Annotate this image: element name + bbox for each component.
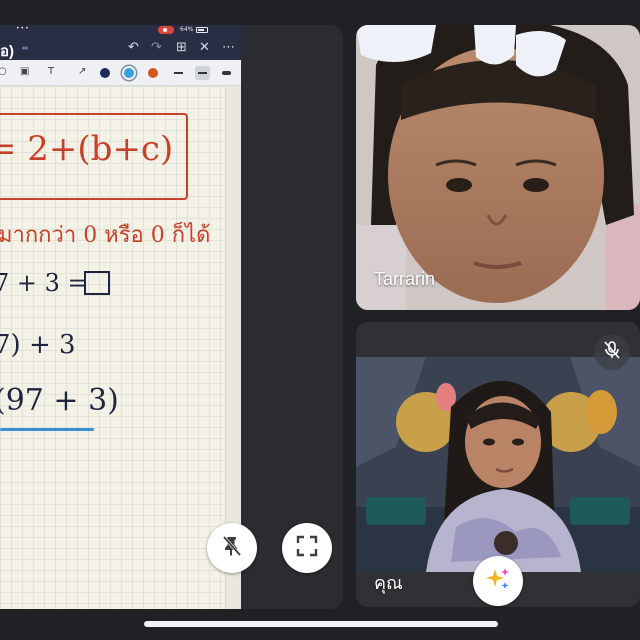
stroke-thick	[222, 71, 231, 75]
unpin-button[interactable]	[207, 523, 257, 573]
text-tool-icon: T	[48, 66, 55, 77]
home-indicator[interactable]	[144, 621, 498, 627]
shared-screen-tile[interactable]: ••• 64% อ) ✏ ↶ ↷ ⊞ ✕ ⋯ ○ ▣ T ↗ = 2+(b+c)…	[0, 25, 343, 609]
participant-name: Tarrarin	[374, 269, 436, 289]
more-icon: ⋯	[222, 40, 235, 55]
sparkle-icon	[484, 565, 512, 598]
thai-note-text: มากกว่า 0 หรือ 0 ก็ได้	[0, 223, 211, 248]
close-icon: ✕	[199, 40, 210, 55]
redo-icon: ↷	[151, 40, 162, 55]
ipad-battery-percent: 64%	[180, 26, 194, 33]
screen-record-indicator	[158, 26, 174, 34]
shared-ipad-screen: ••• 64% อ) ✏ ↶ ↷ ⊞ ✕ ⋯ ○ ▣ T ↗ = 2+(b+c)…	[0, 25, 241, 609]
participant-name-self: คุณ	[374, 573, 403, 593]
ink-color-blue	[124, 68, 134, 78]
participant-tile-tarrarin[interactable]: Tarrarin	[356, 25, 640, 310]
image-icon: ▣	[20, 66, 30, 77]
undo-icon: ↶	[128, 40, 139, 55]
participant-video-tarrarin	[356, 25, 640, 310]
battery-icon	[196, 26, 209, 33]
blue-underline-stroke	[0, 428, 94, 431]
handwritten-note-page: = 2+(b+c) มากกว่า 0 หรือ 0 ก็ได้ 7 + 3 =…	[0, 86, 225, 609]
equation-line-1: 7 + 3 =	[0, 269, 88, 297]
fullscreen-icon	[296, 535, 318, 562]
pen-icon: ✏	[22, 44, 29, 53]
equation-line-3: (97 + 3)	[0, 383, 119, 418]
pin-off-icon	[220, 534, 244, 563]
fullscreen-button[interactable]	[282, 523, 332, 573]
equation-line-2: 7) + 3	[0, 330, 76, 360]
effects-button[interactable]	[473, 556, 523, 606]
ink-color-orange	[148, 68, 158, 78]
ipad-status-bar: ••• 64%	[0, 25, 241, 36]
ink-color-navy	[100, 68, 110, 78]
muted-indicator	[594, 334, 630, 370]
mic-off-icon	[602, 340, 622, 365]
formula-text: = 2+(b+c)	[0, 129, 174, 169]
notes-tool-bar: ○ ▣ T ↗	[0, 60, 241, 86]
add-page-icon: ⊞	[176, 40, 187, 55]
answer-box	[84, 271, 110, 295]
multitask-dots: •••	[16, 25, 30, 32]
stroke-medium	[198, 72, 207, 74]
pointer-tool-icon: ↗	[78, 66, 87, 77]
lasso-icon: ○	[0, 66, 7, 77]
notes-title-bar: อ) ✏ ↶ ↷ ⊞ ✕ ⋯	[0, 36, 241, 60]
stroke-thin	[174, 72, 183, 74]
